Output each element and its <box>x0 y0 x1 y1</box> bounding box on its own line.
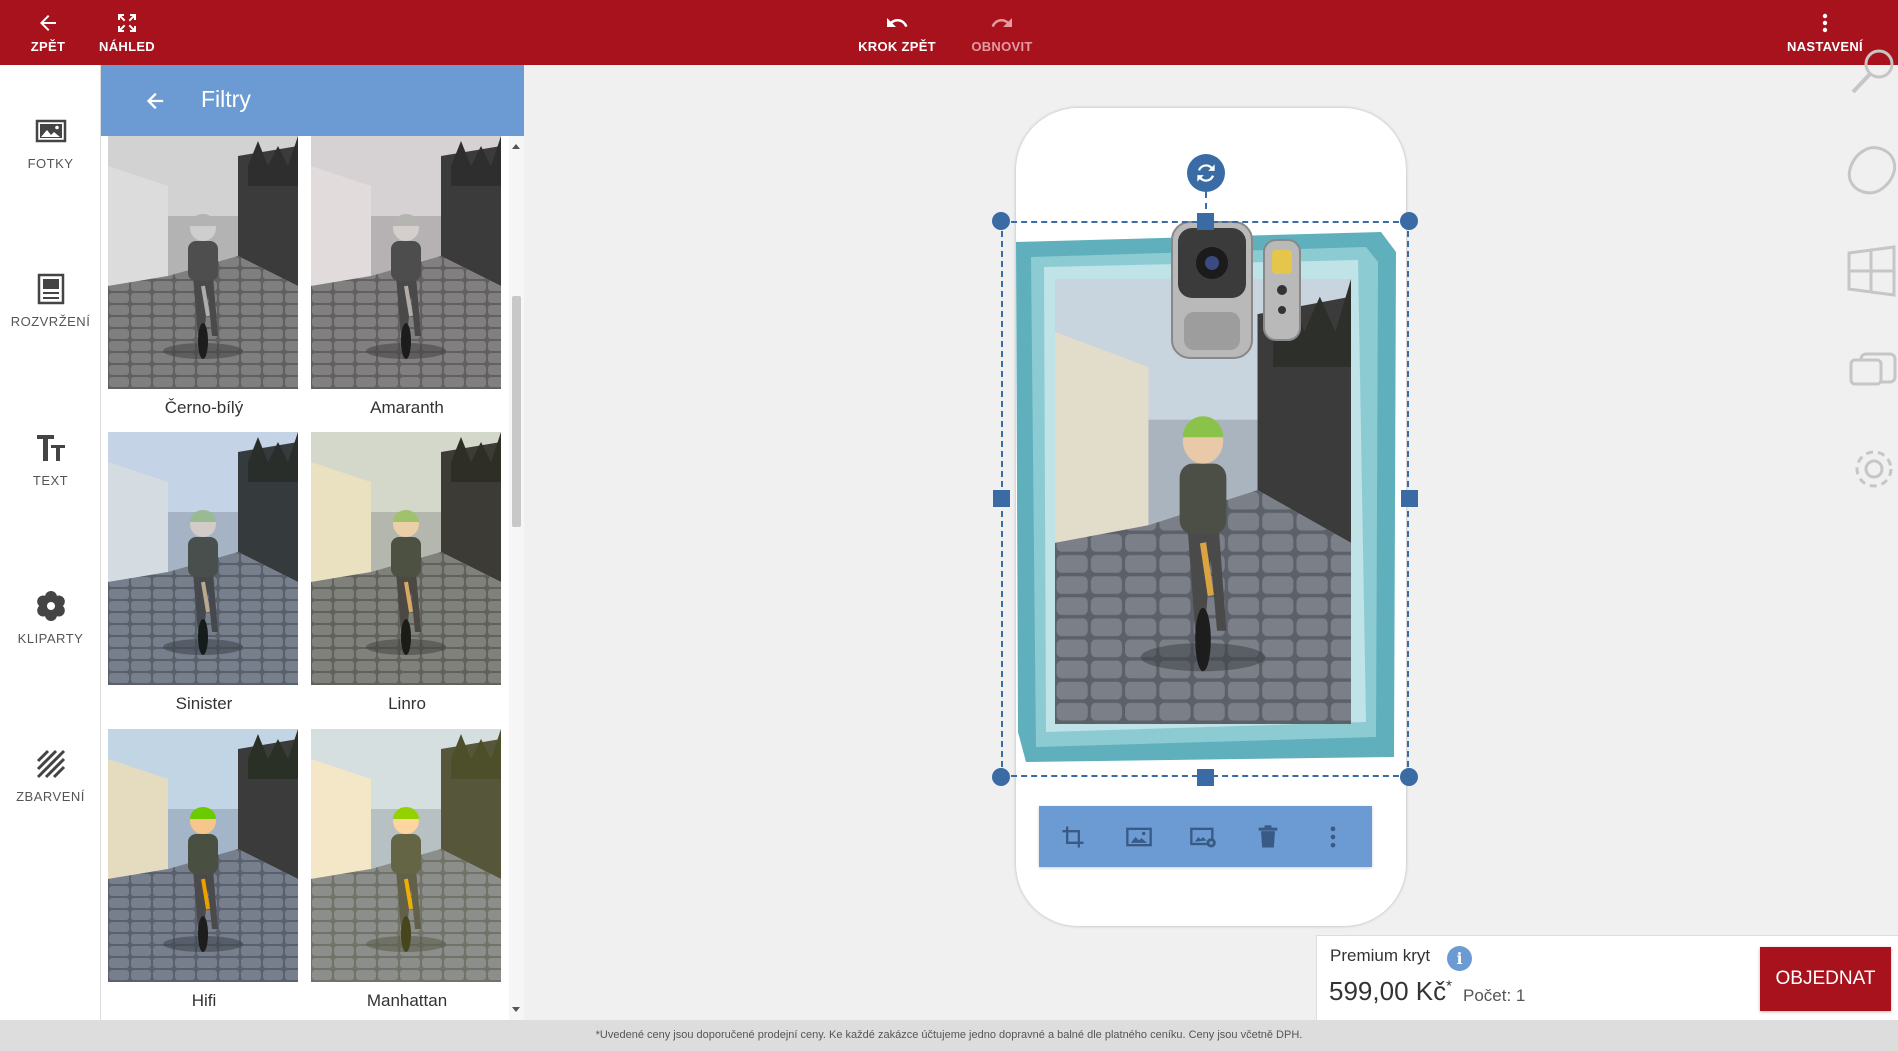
settings-gear-icon <box>1855 450 1893 488</box>
undo-label: KROK ZPĚT <box>858 39 936 54</box>
card-tool-button[interactable] <box>1845 342 1898 398</box>
image-settings-icon <box>1190 827 1216 847</box>
clipart-icon <box>36 590 65 621</box>
resize-handle-right[interactable] <box>1401 490 1418 507</box>
back-label: ZPĚT <box>30 39 66 54</box>
nav-item-photos[interactable]: FOTKY <box>0 87 101 197</box>
filter-thumbnail <box>108 729 298 982</box>
crop-icon <box>1062 826 1084 847</box>
window-icon <box>1847 245 1896 297</box>
nav-item-coloring[interactable]: ZBARVENÍ <box>0 720 101 830</box>
filter-thumbnail <box>311 729 501 982</box>
more-vertical-icon <box>1822 13 1828 33</box>
coloring-icon <box>36 749 65 778</box>
filter-thumbnail <box>108 432 298 685</box>
photo-icon <box>35 119 66 142</box>
selection-frame[interactable] <box>1001 221 1409 777</box>
nav-label-text: TEXT <box>32 472 69 488</box>
replace-image-button[interactable] <box>1109 806 1169 867</box>
resize-handle-bottom-right[interactable] <box>1400 768 1418 786</box>
filter-item-manhattan[interactable]: Manhattan <box>311 729 503 1020</box>
resize-handle-top-right[interactable] <box>1400 212 1418 230</box>
preview-button[interactable]: NÁHLED <box>96 0 158 65</box>
image-toolbar <box>1039 806 1372 867</box>
filter-thumbnail <box>311 432 501 685</box>
price-note: *Uvedené ceny jsou doporučené prodejní c… <box>0 1020 1898 1051</box>
filters-panel-header: Filtry <box>101 65 524 136</box>
text-icon <box>36 434 65 461</box>
zoom-icon <box>1851 49 1894 94</box>
order-panel: Premium kryt i 599,00 Kč* Počet: 1 OBJED… <box>1316 935 1898 1020</box>
nav-item-cliparts[interactable]: KLIPARTY <box>0 562 101 672</box>
arrow-left-icon[interactable] <box>141 87 169 115</box>
top-bar: ZPĚT NÁHLED KROK ZPĚT OBNOVIT NASTAVENÍ <box>0 0 1898 65</box>
redo-button[interactable]: OBNOVIT <box>967 0 1037 65</box>
filter-item-amaranth[interactable]: Amaranth <box>311 136 503 433</box>
resize-handle-top-left[interactable] <box>992 212 1010 230</box>
quantity: Počet: 1 <box>1463 986 1526 1005</box>
price-value: 599,00 Kč <box>1329 976 1447 1006</box>
filter-item-cerno-bily[interactable]: Černo-bílý <box>108 136 300 433</box>
filters-panel-title: Filtry <box>201 86 251 112</box>
filter-item-sinister[interactable]: Sinister <box>108 432 300 729</box>
info-icon[interactable]: i <box>1447 946 1472 971</box>
resize-handle-bottom[interactable] <box>1197 769 1214 786</box>
more-options-button[interactable] <box>1303 806 1363 867</box>
filter-name: Sinister <box>175 694 233 713</box>
filter-name: Manhattan <box>366 991 448 1010</box>
window-tool-button[interactable] <box>1845 243 1898 299</box>
card-icon <box>1849 352 1897 386</box>
blob-shape-icon <box>1847 146 1897 195</box>
nav-item-layout[interactable]: ROZVRŽENÍ <box>0 245 101 355</box>
resize-handle-bottom-left[interactable] <box>992 768 1010 786</box>
filter-name: Hifi <box>191 991 217 1010</box>
redo-label: OBNOVIT <box>971 39 1033 54</box>
nav-label-cliparts: KLIPARTY <box>17 630 84 646</box>
settings-tool-button[interactable] <box>1845 441 1898 497</box>
price: 599,00 Kč* <box>1329 976 1452 1007</box>
scroll-thumb[interactable] <box>512 296 521 527</box>
filter-name: Amaranth <box>370 398 444 417</box>
filter-scrollbar[interactable] <box>509 136 524 1020</box>
nav-label-coloring: ZBARVENÍ <box>16 788 85 804</box>
layout-icon <box>37 273 64 304</box>
zoom-button[interactable] <box>1845 44 1898 100</box>
nav-item-text[interactable]: TEXT <box>0 404 101 514</box>
back-button[interactable]: ZPĚT <box>22 0 74 65</box>
rotate-icon <box>1197 164 1215 182</box>
image-settings-button[interactable] <box>1173 806 1233 867</box>
image-icon <box>1126 827 1152 846</box>
nav-label-photos: FOTKY <box>27 155 74 171</box>
filter-item-linro[interactable]: Linro <box>311 432 503 729</box>
redo-icon <box>991 18 1012 27</box>
resize-handle-left[interactable] <box>993 490 1010 507</box>
crop-button[interactable] <box>1043 806 1103 867</box>
undo-icon <box>887 18 908 27</box>
filter-grid: Černo-bílý Amaranth Sinister Linro Hifi … <box>101 136 509 1020</box>
product-name: Premium kryt <box>1330 946 1431 965</box>
price-mark: * <box>1446 977 1452 995</box>
shape-tool-button[interactable] <box>1845 142 1898 198</box>
filter-name: Linro <box>388 694 426 713</box>
preview-label: NÁHLED <box>99 39 155 54</box>
filters-panel: Filtry Černo-bílý Amaranth Sinister Linr… <box>101 65 524 1020</box>
filter-name: Černo-bílý <box>164 398 244 417</box>
nav-label-layout: ROZVRŽENÍ <box>10 313 91 329</box>
fullscreen-icon <box>118 14 136 32</box>
filter-thumbnail <box>311 136 501 389</box>
trash-icon <box>1258 824 1278 847</box>
filter-thumbnail <box>108 136 298 389</box>
arrow-left-icon <box>40 15 56 31</box>
filter-item-hifi[interactable]: Hifi <box>108 729 300 1020</box>
undo-button[interactable]: KROK ZPĚT <box>855 0 939 65</box>
delete-button[interactable] <box>1238 806 1298 867</box>
order-button[interactable]: OBJEDNAT <box>1760 947 1891 1011</box>
rotate-button[interactable] <box>1187 154 1225 192</box>
scroll-up-arrow-icon[interactable] <box>512 144 520 149</box>
left-navigation: FOTKY ROZVRŽENÍ TEXT KLIPARTY ZBARVENÍ <box>0 65 101 1020</box>
scroll-down-arrow-icon[interactable] <box>512 1007 520 1012</box>
more-vertical-icon <box>1330 826 1336 847</box>
resize-handle-top[interactable] <box>1197 213 1214 230</box>
